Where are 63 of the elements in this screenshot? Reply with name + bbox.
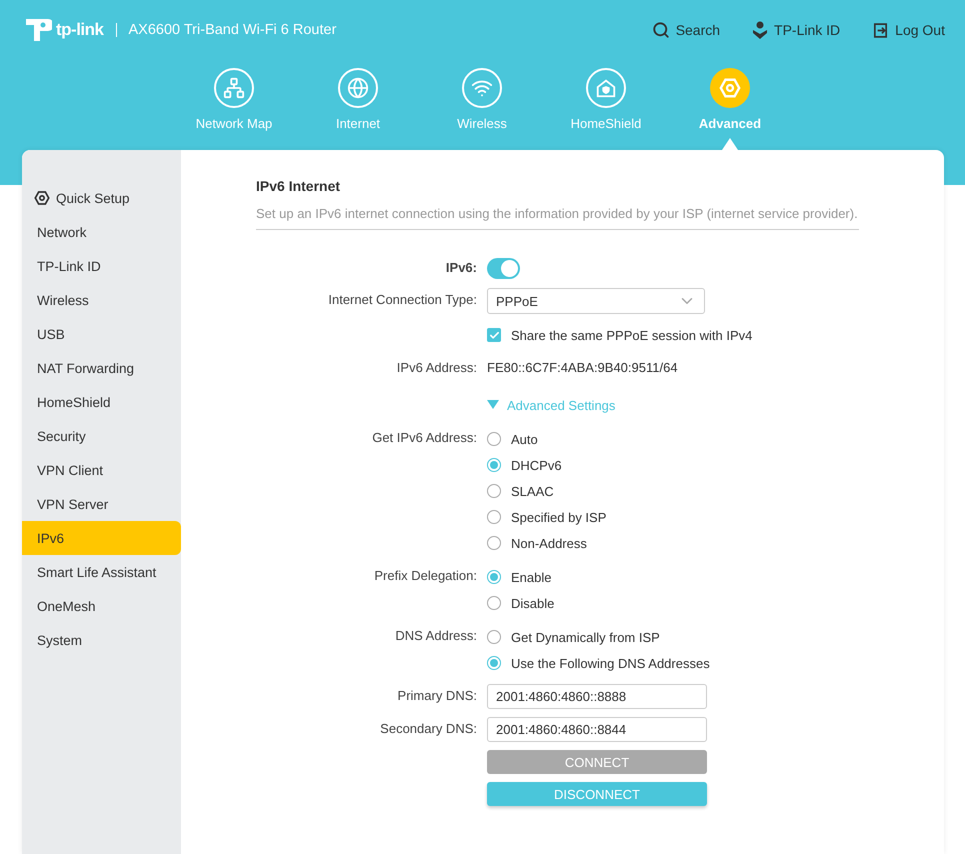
field-label: IPv6 Address: — [396, 359, 477, 377]
model-name: AX6600 Tri-Band Wi-Fi 6 Router — [128, 22, 336, 38]
sidebar-item[interactable]: Smart Life Assistant — [22, 555, 181, 589]
radio-label: Get Dynamically from ISP — [511, 630, 660, 644]
input-field[interactable]: 2001:4860:4860::8844 — [487, 717, 707, 742]
radio-button[interactable] — [487, 432, 501, 446]
field-label: Prefix Delegation: — [374, 567, 477, 585]
dropdown-field[interactable]: PPPoE — [487, 288, 705, 314]
person-icon — [752, 21, 768, 39]
toggle-switch[interactable] — [487, 258, 520, 279]
network-icon — [223, 77, 245, 99]
triangle-icon — [487, 400, 499, 410]
header-link[interactable]: Log Out — [872, 21, 945, 39]
sidebar-item[interactable]: Wireless — [22, 283, 181, 317]
section-title: IPv6 Internet — [256, 178, 342, 194]
checkbox-label: Share the same PPPoE session with IPv4 — [511, 328, 752, 342]
search-icon — [652, 21, 670, 39]
radio-label: Use the Following DNS Addresses — [511, 656, 710, 670]
field-label: IPv6: — [446, 259, 477, 277]
radio-button[interactable] — [487, 536, 501, 550]
radio-button[interactable] — [487, 596, 501, 610]
hexagon-gear-icon — [34, 190, 50, 206]
input-field[interactable]: 2001:4860:4860::8888 — [487, 684, 707, 709]
radio-label: Non-Address — [511, 536, 587, 550]
sidebar-item[interactable]: Network — [22, 215, 181, 249]
sidebar-item[interactable]: HomeShield — [22, 385, 181, 419]
header-link[interactable]: Search — [652, 21, 720, 39]
sidebar-item[interactable]: VPN Server — [22, 487, 181, 521]
house-shield-icon — [595, 77, 617, 99]
radio-label: Disable — [511, 596, 554, 610]
header-link[interactable]: TP-Link ID — [752, 21, 840, 39]
sidebar-item[interactable]: NAT Forwarding — [22, 351, 181, 385]
radio-label: DHCPv6 — [511, 458, 562, 472]
sidebar-item[interactable]: System — [22, 623, 181, 657]
sidebar-item[interactable]: Security — [22, 419, 181, 453]
radio-label: Enable — [511, 570, 552, 584]
sidebar-item[interactable]: IPv6 — [22, 521, 181, 555]
logout-icon — [872, 22, 890, 38]
section-description: Set up an IPv6 internet connection using the information provided by your ISP (internet service provider). — [256, 206, 859, 230]
logo-text: tp-link — [56, 20, 104, 40]
field-label: Get IPv6 Address: — [372, 429, 477, 447]
globe-icon — [347, 77, 369, 99]
field-value: FE80::6C7F:4ABA:9B40:9511/64 — [487, 359, 679, 377]
sidebar-item[interactable]: Quick Setup — [22, 181, 181, 215]
sidebar-item[interactable]: OneMesh — [22, 589, 181, 623]
radio-label: Auto — [511, 432, 538, 446]
sidebar-item[interactable]: TP-Link ID — [22, 249, 181, 283]
hexagon-gear-icon — [719, 77, 741, 99]
radio-button[interactable] — [487, 656, 501, 670]
field-label: DNS Address: — [395, 627, 477, 645]
sidebar-item[interactable]: USB — [22, 317, 181, 351]
radio-label: Specified by ISP — [511, 510, 606, 524]
field-label: Primary DNS: — [398, 687, 477, 705]
radio-button[interactable] — [487, 484, 501, 498]
radio-button[interactable] — [487, 570, 501, 584]
checkbox[interactable] — [487, 328, 501, 342]
field-label: Internet Connection Type: — [328, 291, 477, 309]
radio-button[interactable] — [487, 510, 501, 524]
field-label: Secondary DNS: — [380, 720, 477, 738]
radio-label: SLAAC — [511, 484, 554, 498]
sidebar-item[interactable]: VPN Client — [22, 453, 181, 487]
radio-button[interactable] — [487, 458, 501, 472]
radio-button[interactable] — [487, 630, 501, 644]
